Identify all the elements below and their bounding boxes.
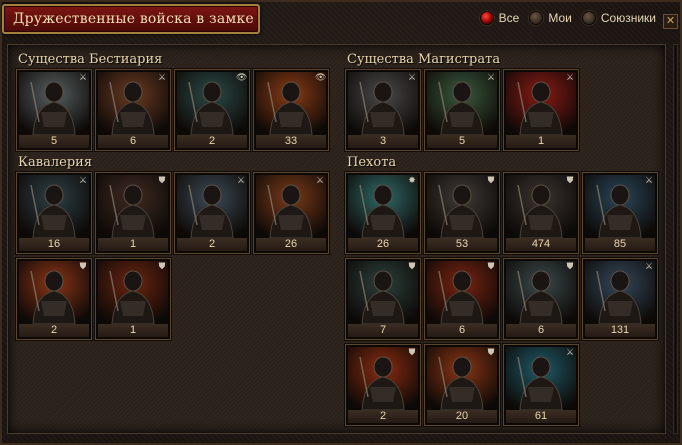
sword-icon: ⚔ <box>565 73 575 83</box>
filter-all-radio[interactable] <box>479 11 494 25</box>
filter-mine-radio[interactable] <box>529 11 544 25</box>
sword-icon: ⚔ <box>315 176 325 186</box>
sword-icon: ⚔ <box>236 176 246 186</box>
section-title-magistrate: Существа Магистрата <box>347 52 501 67</box>
filter-all-label: Все <box>498 11 520 25</box>
unit-card[interactable]: ⚔ 26 <box>253 172 329 254</box>
unit-count: 26 <box>256 238 326 251</box>
window-title: Дружественные войска в замке <box>2 4 260 34</box>
unit-card[interactable]: ⚔ 5 <box>16 69 92 151</box>
shield-icon: ⛊ <box>487 176 495 186</box>
shield-icon: ⛊ <box>487 348 495 358</box>
unit-count: 53 <box>427 238 497 251</box>
section-title-bestiary: Существа Бестиария <box>18 52 163 67</box>
filter-all[interactable]: Все <box>479 11 520 25</box>
eye-icon: 👁 <box>236 73 248 83</box>
shield-icon: ⛊ <box>158 176 166 186</box>
shield-icon: ⛊ <box>79 262 87 272</box>
unit-card[interactable]: ✸ 26 <box>345 172 421 254</box>
unit-count: 6 <box>427 324 497 337</box>
shield-icon: ⛊ <box>408 348 416 358</box>
shield-icon: ⛊ <box>566 262 574 272</box>
unit-card[interactable]: ⚔ 1 <box>503 69 579 151</box>
unit-card[interactable]: ⛊ 53 <box>424 172 500 254</box>
sword-icon: ⚔ <box>644 176 654 186</box>
unit-count: 26 <box>348 238 418 251</box>
unit-count: 16 <box>19 238 89 251</box>
sword-icon: ⚔ <box>486 73 496 83</box>
unit-count: 6 <box>98 135 168 148</box>
eye-icon: 👁 <box>315 73 327 83</box>
unit-card[interactable]: ⚔ 3 <box>345 69 421 151</box>
unit-card[interactable]: ⚔ 85 <box>582 172 658 254</box>
sword-icon: ⚔ <box>157 73 167 83</box>
unit-card[interactable]: ⛊ 474 <box>503 172 579 254</box>
unit-card[interactable]: ⚔ 6 <box>95 69 171 151</box>
close-icon[interactable]: ✕ <box>663 14 678 29</box>
unit-card[interactable]: ⛊ 1 <box>95 258 171 340</box>
owner-filter-group: Все Мои Союзники <box>479 11 656 25</box>
sword-icon: ⚔ <box>407 73 417 83</box>
unit-card[interactable]: ⚔ 2 <box>174 172 250 254</box>
section-title-cavalry: Кавалерия <box>18 155 93 170</box>
unit-count: 61 <box>506 410 576 423</box>
filter-allies-radio[interactable] <box>581 11 596 25</box>
unit-card[interactable]: ⛊ 20 <box>424 344 500 426</box>
unit-card[interactable]: 👁 2 <box>174 69 250 151</box>
filter-mine[interactable]: Мои <box>529 11 572 25</box>
unit-count: 3 <box>348 135 418 148</box>
unit-count: 131 <box>585 324 655 337</box>
unit-card[interactable]: ⛊ 6 <box>503 258 579 340</box>
unit-count: 1 <box>506 135 576 148</box>
scrollbar[interactable] <box>673 44 678 434</box>
unit-card[interactable]: ⛊ 2 <box>16 258 92 340</box>
unit-count: 474 <box>506 238 576 251</box>
unit-card[interactable]: ⚔ 5 <box>424 69 500 151</box>
unit-count: 85 <box>585 238 655 251</box>
unit-count: 2 <box>19 324 89 337</box>
filter-mine-label: Мои <box>548 11 572 25</box>
unit-count: 1 <box>98 238 168 251</box>
shield-icon: ⛊ <box>158 262 166 272</box>
sword-icon: ⚔ <box>78 73 88 83</box>
unit-count: 2 <box>348 410 418 423</box>
sword-icon: ⚔ <box>644 262 654 272</box>
wolf-icon: ✸ <box>408 176 416 186</box>
shield-icon: ⛊ <box>487 262 495 272</box>
unit-card[interactable]: 👁 33 <box>253 69 329 151</box>
unit-count: 5 <box>19 135 89 148</box>
section-title-infantry: Пехота <box>347 155 397 170</box>
unit-card[interactable]: ⛊ 2 <box>345 344 421 426</box>
sword-icon: ⚔ <box>565 348 575 358</box>
unit-count: 20 <box>427 410 497 423</box>
shield-icon: ⛊ <box>408 262 416 272</box>
unit-count: 2 <box>177 238 247 251</box>
unit-card[interactable]: ⛊ 7 <box>345 258 421 340</box>
sword-icon: ⚔ <box>78 176 88 186</box>
unit-count: 6 <box>506 324 576 337</box>
unit-count: 33 <box>256 135 326 148</box>
unit-card[interactable]: ⛊ 6 <box>424 258 500 340</box>
unit-count: 7 <box>348 324 418 337</box>
unit-card[interactable]: ⚔ 61 <box>503 344 579 426</box>
unit-count: 5 <box>427 135 497 148</box>
filter-allies[interactable]: Союзники <box>581 11 656 25</box>
unit-count: 2 <box>177 135 247 148</box>
unit-card[interactable]: ⚔ 16 <box>16 172 92 254</box>
unit-card[interactable]: ⚔ 131 <box>582 258 658 340</box>
shield-icon: ⛊ <box>566 176 574 186</box>
unit-count: 1 <box>98 324 168 337</box>
unit-card[interactable]: ⛊ 1 <box>95 172 171 254</box>
filter-allies-label: Союзники <box>600 11 656 25</box>
